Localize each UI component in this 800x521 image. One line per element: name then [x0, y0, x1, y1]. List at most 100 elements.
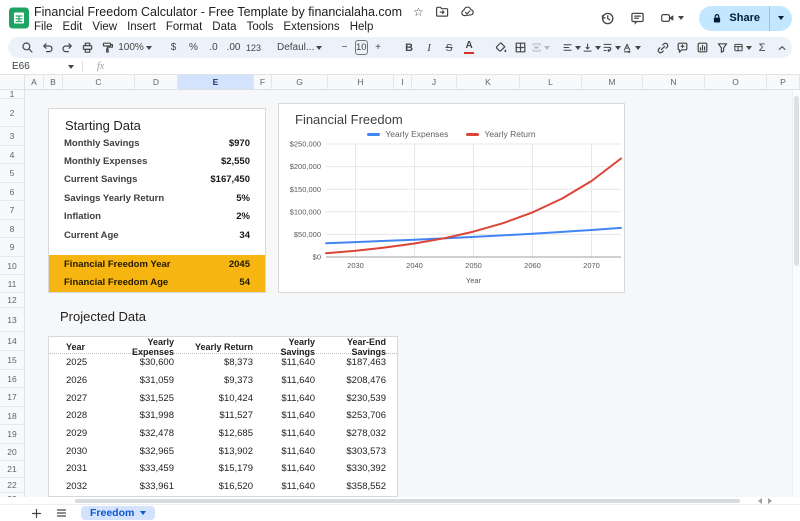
cell[interactable]: $303,573: [315, 446, 386, 457]
row-header-12[interactable]: 12: [0, 293, 24, 308]
vertical-scrollbar[interactable]: [792, 90, 800, 497]
row-header-10[interactable]: 10: [0, 257, 24, 275]
strikethrough-button[interactable]: S: [440, 38, 459, 57]
row-header-6[interactable]: 6: [0, 183, 24, 201]
menu-extensions[interactable]: Extensions: [278, 20, 344, 34]
increase-font-size-button[interactable]: +: [369, 38, 388, 57]
print-icon[interactable]: [78, 38, 97, 57]
starting-data-row[interactable]: Inflation2%: [49, 208, 265, 226]
cell[interactable]: $13,902: [174, 446, 253, 457]
sheet-tab-dropdown-caret[interactable]: [140, 511, 146, 515]
comment-history-icon[interactable]: [630, 11, 645, 26]
column-header-H[interactable]: H: [328, 75, 394, 89]
column-header-N[interactable]: N: [643, 75, 705, 89]
row-header-15[interactable]: 15: [0, 351, 24, 370]
cell[interactable]: 2026: [66, 375, 109, 386]
column-header-E[interactable]: E: [178, 75, 254, 89]
search-menus-icon[interactable]: [18, 38, 37, 57]
column-header-J[interactable]: J: [412, 75, 457, 89]
text-wrap-icon[interactable]: [602, 38, 621, 57]
table-row[interactable]: 2029$32,478$12,685$11,640$278,032: [49, 425, 397, 443]
horizontal-align-icon[interactable]: [562, 38, 581, 57]
table-row[interactable]: 2032$33,961$16,520$11,640$358,552: [49, 478, 397, 496]
row-header-13[interactable]: 13: [0, 308, 24, 332]
row-header-16[interactable]: 16: [0, 370, 24, 388]
column-header-L[interactable]: L: [520, 75, 582, 89]
sheet-tab-freedom[interactable]: Freedom: [81, 506, 155, 520]
cell[interactable]: $11,640: [253, 410, 315, 421]
cell[interactable]: $11,640: [253, 375, 315, 386]
menu-tools[interactable]: Tools: [242, 20, 279, 34]
cell[interactable]: $187,463: [315, 357, 386, 368]
borders-icon[interactable]: [511, 38, 530, 57]
cell[interactable]: $11,640: [253, 446, 315, 457]
cell[interactable]: $11,527: [174, 410, 253, 421]
horizontal-scrollbar-thumb[interactable]: [75, 499, 740, 504]
cell[interactable]: $10,424: [174, 393, 253, 404]
column-header-K[interactable]: K: [457, 75, 520, 89]
financial-freedom-chart[interactable]: Financial Freedom Yearly ExpensesYearly …: [278, 103, 625, 293]
menu-data[interactable]: Data: [207, 20, 241, 34]
cell[interactable]: $208,476: [315, 375, 386, 386]
column-header-M[interactable]: M: [582, 75, 643, 89]
cell[interactable]: $278,032: [315, 428, 386, 439]
menu-insert[interactable]: Insert: [122, 20, 161, 34]
row-header-17[interactable]: 17: [0, 388, 24, 407]
row-header-8[interactable]: 8: [0, 220, 24, 238]
cell[interactable]: $230,539: [315, 393, 386, 404]
cell[interactable]: $30,600: [109, 357, 174, 368]
cell[interactable]: $11,640: [253, 393, 315, 404]
row-header-5[interactable]: 5: [0, 164, 24, 183]
cell[interactable]: $31,998: [109, 410, 174, 421]
table-views-icon[interactable]: [733, 38, 752, 57]
formula-input[interactable]: [104, 59, 800, 74]
starting-data-row[interactable]: Monthly Expenses$2,550: [49, 152, 265, 170]
starting-data-row[interactable]: Financial Freedom Year2045: [49, 255, 265, 274]
insert-link-icon[interactable]: [653, 38, 672, 57]
create-filter-icon[interactable]: [713, 38, 732, 57]
undo-icon[interactable]: [38, 38, 57, 57]
decrease-decimals-button[interactable]: .0: [204, 38, 223, 57]
menu-view[interactable]: View: [87, 20, 122, 34]
table-row[interactable]: 2028$31,998$11,527$11,640$253,706: [49, 407, 397, 425]
row-header-21[interactable]: 21: [0, 461, 24, 478]
cell[interactable]: 2032: [66, 481, 109, 492]
vertical-scrollbar-thumb[interactable]: [794, 96, 799, 266]
paint-format-icon[interactable]: [98, 38, 117, 57]
cell[interactable]: $12,685: [174, 428, 253, 439]
cell[interactable]: $330,392: [315, 463, 386, 474]
table-row[interactable]: 2031$33,459$15,179$11,640$330,392: [49, 460, 397, 478]
collapse-toolbar-icon[interactable]: [773, 38, 792, 57]
row-header-14[interactable]: 14: [0, 332, 24, 351]
starting-data-row[interactable]: Current Age34: [49, 226, 265, 244]
cell[interactable]: 2025: [66, 357, 109, 368]
cell[interactable]: $15,179: [174, 463, 253, 474]
cell[interactable]: 2029: [66, 428, 109, 439]
table-row[interactable]: 2026$31,059$9,373$11,640$208,476: [49, 372, 397, 390]
functions-button[interactable]: Σ: [753, 38, 772, 57]
document-title[interactable]: Financial Freedom Calculator - Free Temp…: [34, 5, 402, 19]
meet-camera-button[interactable]: [660, 11, 684, 25]
italic-button[interactable]: I: [420, 38, 439, 57]
scroll-left-icon[interactable]: [758, 498, 762, 504]
cell[interactable]: 2031: [66, 463, 109, 474]
zoom-select[interactable]: 100%: [118, 38, 152, 57]
table-row[interactable]: 2025$30,600$8,373$11,640$187,463: [49, 354, 397, 372]
select-all-corner[interactable]: [0, 75, 25, 90]
menu-edit[interactable]: Edit: [58, 20, 88, 34]
column-header-F[interactable]: F: [254, 75, 272, 89]
row-header-11[interactable]: 11: [0, 275, 24, 293]
row-header-3[interactable]: 3: [0, 127, 24, 146]
column-header-C[interactable]: C: [63, 75, 135, 89]
insert-chart-icon[interactable]: [693, 38, 712, 57]
row-header-19[interactable]: 19: [0, 425, 24, 444]
text-rotation-icon[interactable]: [622, 38, 641, 57]
row-header-20[interactable]: 20: [0, 444, 24, 461]
more-formats-button[interactable]: 123: [244, 38, 263, 57]
merge-cells-icon[interactable]: [531, 38, 550, 57]
format-currency-button[interactable]: $: [164, 38, 183, 57]
spreadsheet-grid[interactable]: Starting Data Monthly Savings$970Monthly…: [25, 90, 800, 497]
menu-format[interactable]: Format: [161, 20, 207, 34]
camera-dropdown-caret[interactable]: [678, 16, 684, 20]
cell[interactable]: 2027: [66, 393, 109, 404]
